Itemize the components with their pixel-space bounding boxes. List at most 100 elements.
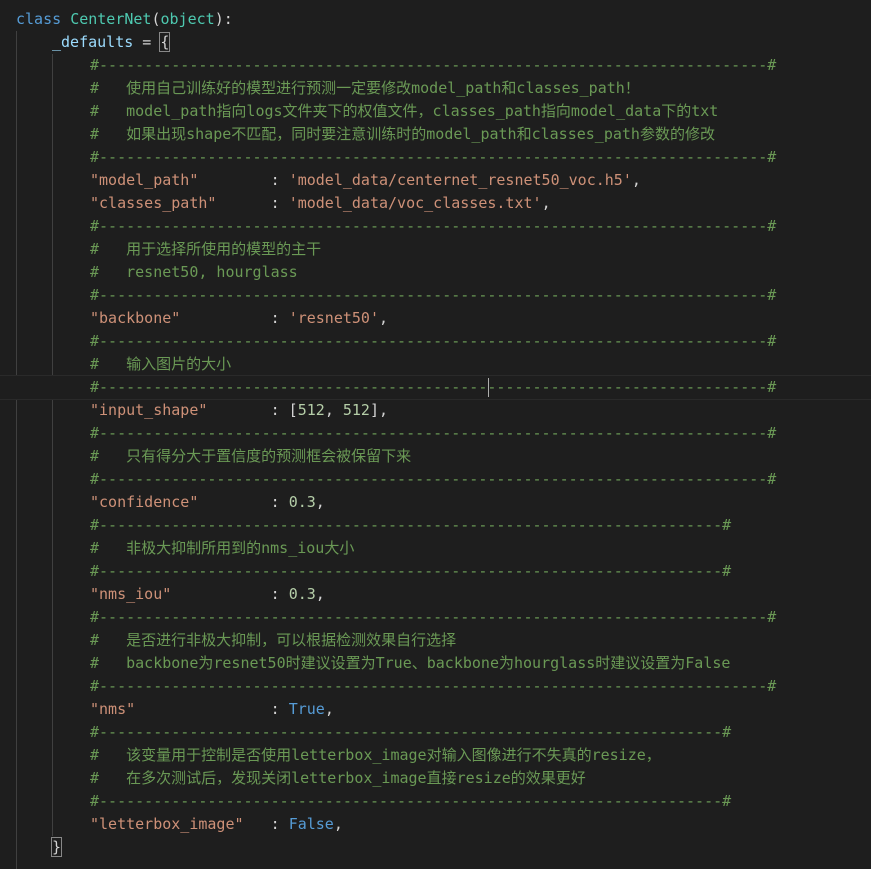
code-line[interactable]: #---------------------------------------… — [0, 215, 871, 238]
code-line[interactable]: _defaults = { — [0, 31, 871, 54]
code-token: "input_shape" — [90, 401, 208, 419]
code-token: #---------------------------------------… — [90, 792, 732, 810]
code-token: , — [379, 309, 389, 327]
code-token: # model_path指向logs文件夹下的权值文件，classes_path… — [90, 102, 719, 120]
code-token: "model_path" — [90, 171, 199, 189]
code-token: : — [216, 194, 289, 212]
code-line[interactable]: # 用于选择所使用的模型的主干 — [0, 238, 871, 261]
code-token: #---------------------------------------… — [90, 562, 732, 580]
code-token: #---------------------------------------… — [90, 56, 777, 74]
code-token: object — [160, 10, 215, 28]
code-line[interactable]: "nms" : True, — [0, 698, 871, 721]
code-token: # 该变量用于控制是否使用letterbox_image对输入图像进行不失真的r… — [90, 746, 661, 764]
code-token: , — [324, 700, 334, 718]
code-token: , — [324, 401, 343, 419]
code-line[interactable]: "classes_path" : 'model_data/voc_classes… — [0, 192, 871, 215]
code-token: : — [198, 171, 289, 189]
code-token: : — [180, 309, 289, 327]
code-token: #---------------------------------------… — [90, 286, 777, 304]
code-token: "confidence" — [90, 493, 199, 511]
code-token: : [ — [207, 401, 298, 419]
code-token: 0.3 — [288, 585, 316, 603]
code-token: #---------------------------------------… — [90, 608, 777, 626]
code-token: # 如果出现shape不匹配，同时要注意训练时的model_path和class… — [90, 125, 715, 143]
code-line[interactable]: "backbone" : 'resnet50', — [0, 307, 871, 330]
code-token: # 使用自己训练好的模型进行预测一定要修改model_path和classes_… — [90, 79, 640, 97]
code-token: class — [16, 10, 62, 28]
code-token: , — [541, 194, 551, 212]
code-line[interactable]: class CenterNet(object): — [0, 8, 871, 31]
code-line[interactable]: #---------------------------------------… — [0, 721, 871, 744]
code-token: 'resnet50' — [288, 309, 379, 327]
code-token: _defaults — [52, 33, 134, 51]
code-token: #---------------------------------------… — [90, 148, 777, 166]
code-token: ): — [214, 10, 233, 28]
code-line[interactable]: #---------------------------------------… — [0, 606, 871, 629]
code-line[interactable]: "nms_iou" : 0.3, — [0, 583, 871, 606]
code-token: , — [333, 815, 343, 833]
code-line[interactable]: #---------------------------------------… — [0, 330, 871, 353]
code-token: # 只有得分大于置信度的预测框会被保留下来 — [90, 447, 412, 465]
code-line[interactable]: #---------------------------------------… — [0, 422, 871, 445]
code-token: ( — [151, 10, 161, 28]
code-line[interactable]: #---------------------------------------… — [0, 560, 871, 583]
code-line[interactable]: } — [0, 836, 871, 859]
code-token: #---------------------------------------… — [90, 723, 732, 741]
code-token: # 非极大抑制所用到的nms_iou大小 — [90, 539, 355, 557]
code-token: # resnet50, hourglass — [90, 263, 298, 281]
code-line[interactable]: # model_path指向logs文件夹下的权值文件，classes_path… — [0, 100, 871, 123]
code-token: "letterbox_image" — [90, 815, 244, 833]
code-line[interactable]: # 非极大抑制所用到的nms_iou大小 — [0, 537, 871, 560]
code-token: #---------------------------------------… — [90, 470, 777, 488]
code-token: # 在多次测试后，发现关闭letterbox_image直接resize的效果更… — [90, 769, 586, 787]
code-line[interactable]: "input_shape" : [512, 512], — [0, 399, 871, 422]
code-token: True — [288, 700, 325, 718]
code-token: "nms" — [90, 700, 136, 718]
code-token: #---------------------------------------… — [90, 332, 777, 350]
code-line[interactable]: #---------------------------------------… — [0, 675, 871, 698]
code-token: #---------------------------------------… — [90, 217, 777, 235]
code-line[interactable]: # 该变量用于控制是否使用letterbox_image对输入图像进行不失真的r… — [0, 744, 871, 767]
code-line[interactable]: #---------------------------------------… — [0, 468, 871, 491]
code-token: : — [171, 585, 289, 603]
code-token: 512 — [342, 401, 370, 419]
code-line[interactable]: # resnet50, hourglass — [0, 261, 871, 284]
code-line[interactable]: # 使用自己训练好的模型进行预测一定要修改model_path和classes_… — [0, 77, 871, 100]
code-line[interactable]: # backbone为resnet50时建议设置为True、backbone为h… — [0, 652, 871, 675]
code-token: 512 — [297, 401, 325, 419]
code-token: #---------------------------------------… — [90, 516, 732, 534]
code-token: #---------------------------------------… — [90, 677, 777, 695]
code-token: 0.3 — [288, 493, 316, 511]
code-token: , — [315, 585, 325, 603]
code-token: = — [133, 33, 161, 51]
code-line[interactable]: #---------------------------------------… — [0, 54, 871, 77]
code-token: : — [135, 700, 289, 718]
code-token: "classes_path" — [90, 194, 217, 212]
text-cursor — [488, 378, 489, 397]
code-line[interactable]: #---------------------------------------… — [0, 284, 871, 307]
code-token: "backbone" — [90, 309, 181, 327]
code-line[interactable]: # 如果出现shape不匹配，同时要注意训练时的model_path和class… — [0, 123, 871, 146]
code-line[interactable]: "confidence" : 0.3, — [0, 491, 871, 514]
code-line[interactable]: #---------------------------------------… — [0, 375, 871, 400]
code-line[interactable]: #---------------------------------------… — [0, 146, 871, 169]
code-line[interactable]: # 输入图片的大小 — [0, 353, 871, 376]
code-token: # 输入图片的大小 — [90, 355, 232, 373]
code-editor[interactable]: #---------------------------------------… — [0, 0, 871, 869]
code-line[interactable]: "model_path" : 'model_data/centernet_res… — [0, 169, 871, 192]
code-line[interactable]: # 只有得分大于置信度的预测框会被保留下来 — [0, 445, 871, 468]
code-line[interactable]: #---------------------------------------… — [0, 514, 871, 537]
code-line[interactable]: "letterbox_image" : False, — [0, 813, 871, 836]
code-line[interactable]: #---------------------------------------… — [0, 790, 871, 813]
partial-top-comment-line: #---------------------------------------… — [16, 0, 531, 2]
code-token: ], — [369, 401, 389, 419]
code-line[interactable]: # 在多次测试后，发现关闭letterbox_image直接resize的效果更… — [0, 767, 871, 790]
code-token: { — [159, 32, 171, 52]
code-token: "nms_iou" — [90, 585, 172, 603]
code-token: # 用于选择所使用的模型的主干 — [90, 240, 322, 258]
code-line[interactable]: # 是否进行非极大抑制，可以根据检测效果自行选择 — [0, 629, 871, 652]
code-token: 'model_data/voc_classes.txt' — [288, 194, 542, 212]
code-token: 'model_data/centernet_resnet50_voc.h5' — [288, 171, 632, 189]
code-token: #---------------------------------------… — [90, 378, 777, 396]
